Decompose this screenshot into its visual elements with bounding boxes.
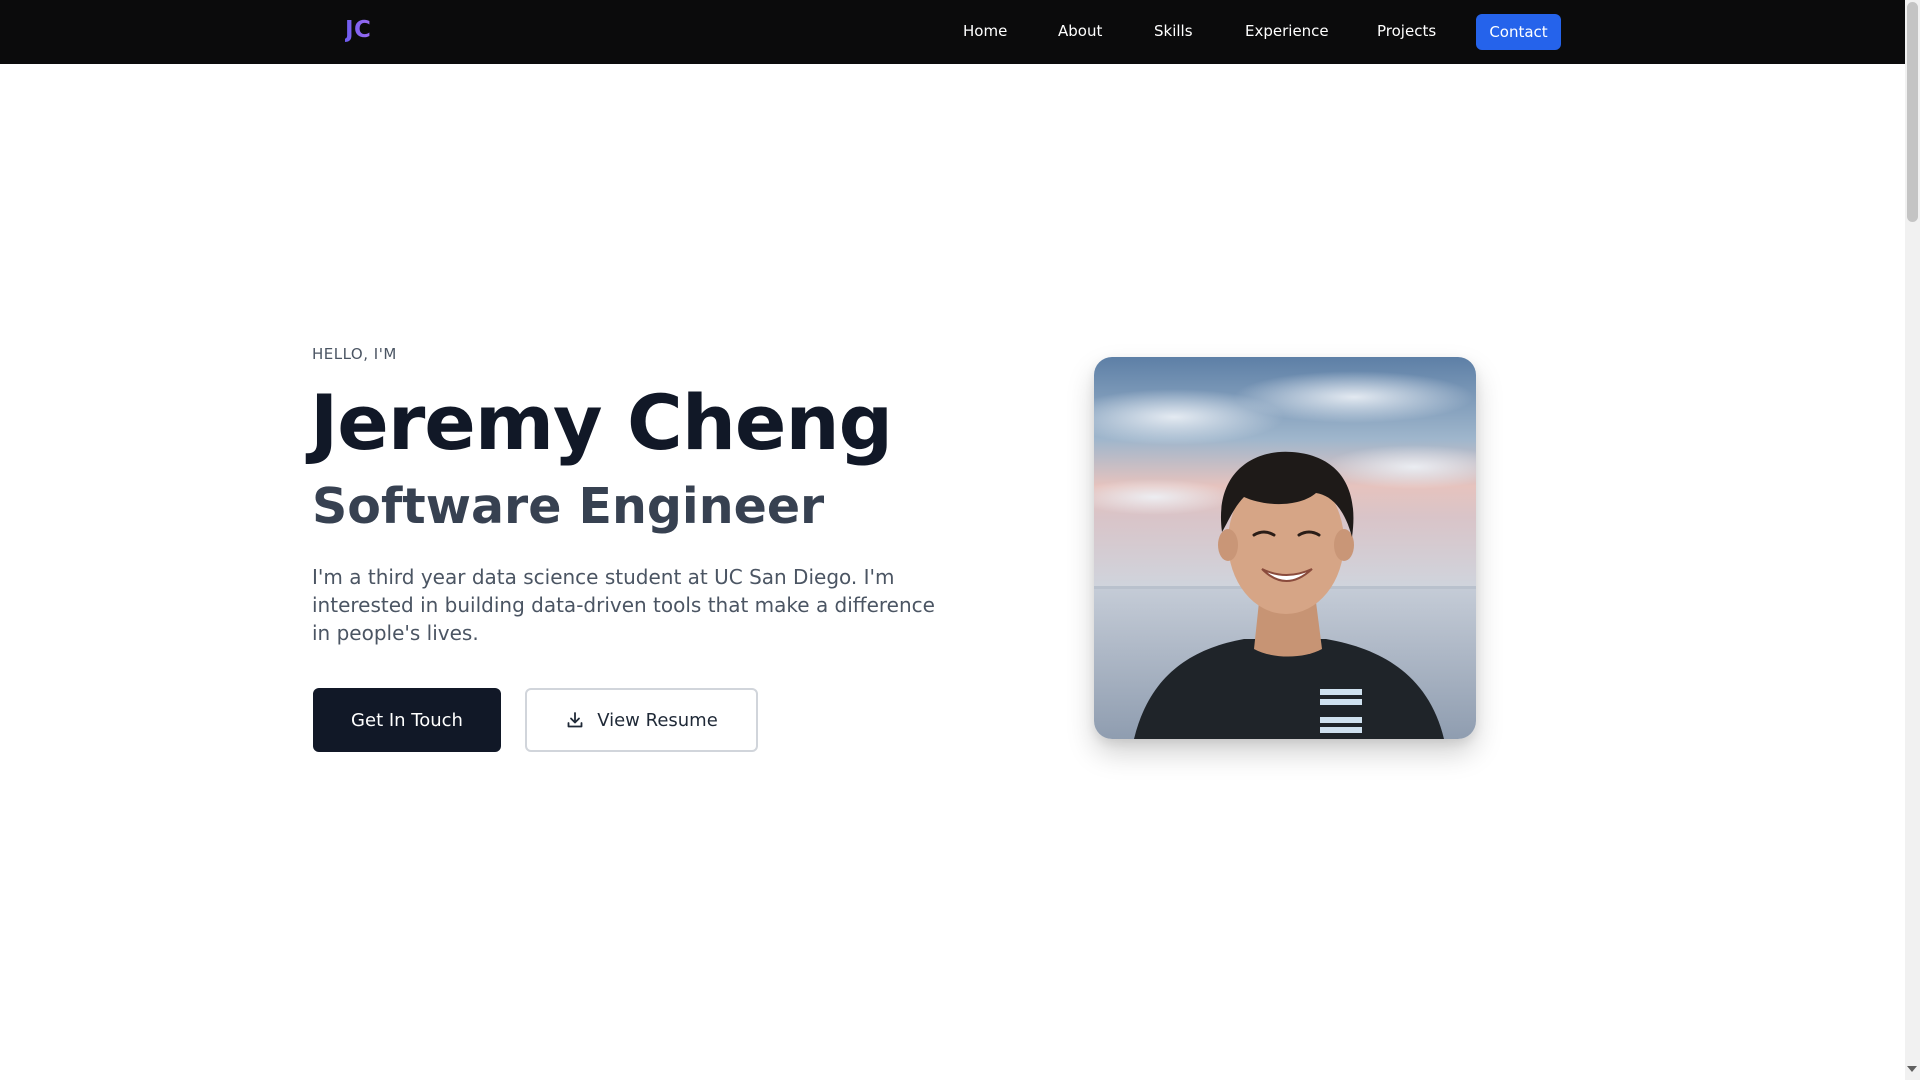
scrollbar-thumb[interactable]	[1907, 2, 1918, 222]
get-in-touch-button[interactable]: Get In Touch	[313, 688, 501, 752]
download-icon	[565, 710, 585, 730]
navbar: JC Home About Skills Experience Projects…	[0, 0, 1905, 64]
view-resume-button[interactable]: View Resume	[525, 688, 758, 752]
hero-greeting: HELLO, I'M	[312, 345, 397, 363]
logo[interactable]: JC	[345, 17, 371, 43]
nav-link-projects[interactable]: Projects	[1377, 22, 1436, 40]
profile-photo	[1094, 357, 1476, 739]
hero-bio: I'm a third year data science student at…	[312, 565, 935, 645]
nav-link-about[interactable]: About	[1058, 22, 1102, 40]
nav-link-home[interactable]: Home	[963, 22, 1007, 40]
nav-link-experience[interactable]: Experience	[1245, 22, 1329, 40]
view-resume-label: View Resume	[597, 709, 718, 731]
page: JC Home About Skills Experience Projects…	[0, 0, 1920, 1080]
nav-link-skills[interactable]: Skills	[1154, 22, 1193, 40]
scroll-down-arrow-icon[interactable]	[1907, 1066, 1917, 1072]
hero-name: Jeremy Cheng	[310, 378, 893, 467]
contact-button[interactable]: Contact	[1476, 14, 1561, 50]
hero-role: Software Engineer	[312, 478, 825, 535]
